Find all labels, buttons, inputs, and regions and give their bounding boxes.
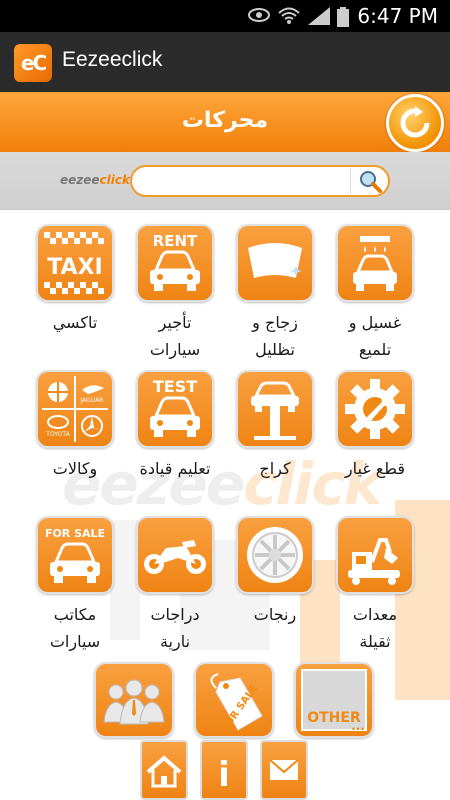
category-dealerships[interactable]: JAGUAR TOYOTA: [36, 370, 114, 448]
category-car-rental[interactable]: RENT: [136, 224, 214, 302]
category-heavy-equipment[interactable]: [336, 516, 414, 594]
clock: 6:47 PM: [357, 4, 438, 28]
for-sale-car-icon: FOR SALE: [45, 527, 105, 583]
test-car-icon: TEST: [150, 377, 200, 437]
svg-text:TEST: TEST: [153, 377, 197, 396]
car-lift-icon: [251, 381, 299, 440]
category-label: تعليم قيادة: [139, 459, 211, 478]
bottom-tile-for-sale[interactable]: FOR SALE: [194, 662, 274, 738]
category-car-offices[interactable]: FOR SALE: [36, 516, 114, 594]
app-logo: eC: [14, 44, 52, 82]
status-bar: 6:47 PM: [0, 0, 450, 32]
people-icon: [103, 679, 165, 725]
battery-icon: [336, 7, 350, 31]
car-wash-icon: [353, 236, 397, 291]
svg-text:FOR SALE: FOR SALE: [45, 527, 105, 540]
category-label: دراجات نارية: [150, 605, 200, 651]
spare-parts-gear-icon: [345, 379, 405, 439]
svg-text:JAGUAR: JAGUAR: [80, 397, 104, 404]
category-spare-parts[interactable]: [336, 370, 414, 448]
home-button[interactable]: [140, 740, 188, 800]
svg-text:i: i: [218, 755, 230, 795]
home-icon: [146, 755, 182, 788]
category-label: قطع غيار: [344, 459, 406, 478]
category-car-wash[interactable]: [336, 224, 414, 302]
category-taxi[interactable]: TAXI: [36, 224, 114, 302]
bottom-tile-other[interactable]: OTHER ...: [294, 662, 374, 738]
category-label: غسيل و تلميع: [348, 313, 402, 359]
taxi-icon: TAXI: [44, 232, 104, 294]
refresh-icon: [400, 106, 430, 138]
search-box: [130, 165, 390, 197]
windshield-icon: [248, 243, 302, 278]
motorcycle-icon: [144, 540, 206, 574]
page-title: محركات: [181, 108, 269, 133]
category-driving-school[interactable]: TEST: [136, 370, 214, 448]
eye-icon: [248, 7, 270, 27]
heavy-equipment-icon: [348, 538, 400, 585]
search-icon: [360, 171, 382, 193]
info-icon: i: [218, 755, 230, 795]
svg-text:TOYOTA: TOYOTA: [45, 431, 70, 438]
search-input[interactable]: [142, 171, 342, 191]
category-garage[interactable]: [236, 370, 314, 448]
category-label: زجاج و تظليل: [252, 313, 298, 359]
category-rims[interactable]: [236, 516, 314, 594]
search-strip: eezeeclick: [0, 152, 450, 210]
bottom-tile-people[interactable]: [94, 662, 174, 738]
category-glass-tint[interactable]: [236, 224, 314, 302]
svg-text:...: ...: [351, 719, 365, 733]
category-label: رنجات: [253, 605, 297, 624]
svg-text:RENT: RENT: [153, 232, 198, 250]
app-title-bar: eC Eezeeclick: [0, 32, 450, 92]
app-title: Eezeeclick: [62, 48, 163, 71]
page-header: محركات: [0, 92, 450, 152]
category-label: مكاتب سيارات: [49, 605, 101, 651]
category-label: تاكسي: [52, 313, 98, 332]
refresh-button[interactable]: [386, 94, 444, 152]
other-icon: OTHER ...: [301, 669, 367, 733]
signal-icon: [308, 7, 330, 29]
info-button[interactable]: i: [200, 740, 248, 800]
for-sale-tag-icon: FOR SALE: [210, 673, 263, 734]
car-brands-icon: JAGUAR TOYOTA: [42, 376, 108, 442]
svg-text:TAXI: TAXI: [47, 255, 102, 280]
category-label: كراج: [259, 459, 291, 478]
mail-icon: [269, 759, 299, 780]
rim-icon: [247, 527, 303, 583]
category-label: معدات ثقيلة: [352, 605, 398, 651]
search-brand-logo: eezeeclick: [60, 173, 130, 187]
category-label: وكالات: [52, 459, 98, 478]
wifi-icon: [278, 7, 300, 29]
category-label: تأجير سيارات: [149, 313, 201, 359]
category-motorcycles[interactable]: [136, 516, 214, 594]
mail-button[interactable]: [260, 740, 308, 800]
rent-car-icon: RENT: [150, 232, 200, 291]
search-button[interactable]: [350, 168, 386, 194]
